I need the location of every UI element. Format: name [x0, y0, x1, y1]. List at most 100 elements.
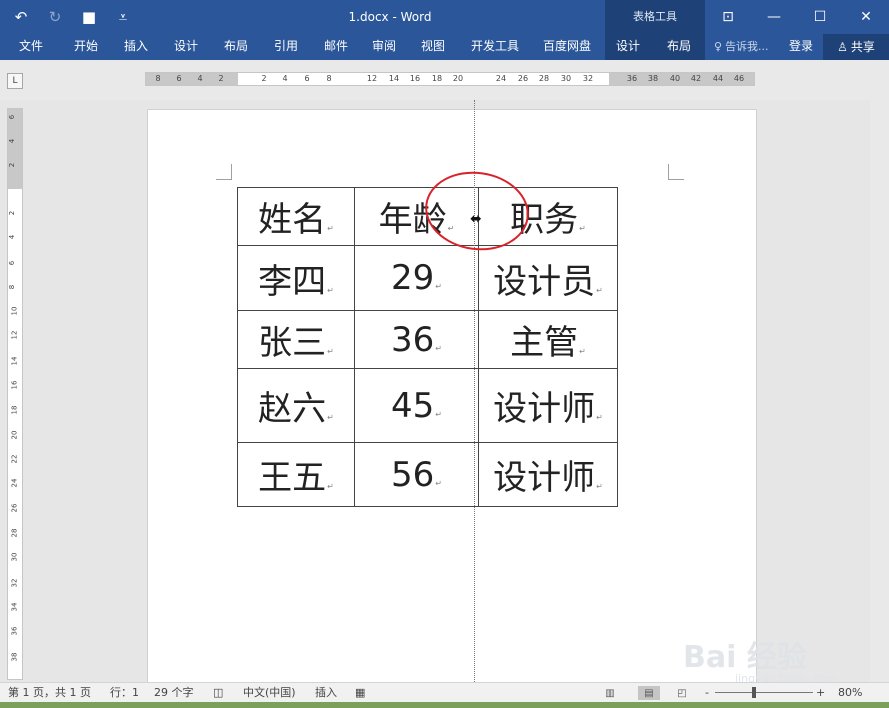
ruler-number: 32: [10, 578, 19, 588]
ruler-area: L 8 6 4 2 2 4 6 8 12 14 16 18 20 24 26 2…: [0, 60, 889, 100]
cell-mark: ↵: [327, 224, 334, 233]
ruler-number: 26: [517, 74, 529, 83]
ribbon-display-icon[interactable]: ⊡: [705, 0, 751, 34]
tab-mailings[interactable]: 邮件: [321, 34, 351, 60]
cell-text: 45: [391, 385, 435, 426]
cell-text: 王五: [258, 458, 327, 498]
title-bar: ↶ ↻ ■ ⩡ 1.docx - Word 表格工具 ⊡ — ☐ ✕: [0, 0, 889, 34]
tab-developer[interactable]: 开发工具: [468, 34, 522, 60]
table-cell[interactable]: 姓名↵: [237, 187, 355, 246]
tab-table-layout[interactable]: 布局: [664, 34, 694, 60]
ruler-number: 18: [431, 74, 443, 83]
vertical-ruler[interactable]: 6 4 2 2 4 6 8 10 12 14 16 18 20 22 24 26…: [7, 108, 23, 680]
zoom-slider-thumb[interactable]: [752, 687, 756, 698]
web-layout-icon[interactable]: ◰: [674, 686, 690, 700]
window-controls: ⊡ — ☐ ✕: [705, 0, 889, 34]
ruler-number: 2: [218, 74, 224, 83]
customize-qat-icon[interactable]: ⩡: [110, 4, 136, 30]
tab-home[interactable]: 开始: [71, 34, 101, 60]
watermark-text: Bai 经验: [683, 640, 807, 675]
data-table[interactable]: 姓名↵ 年龄↵ 职务↵ 李四↵ 29↵ 设计员↵ 张三↵ 36↵ 主管↵ 赵六↵…: [237, 187, 618, 507]
cell-text: 姓名: [258, 200, 327, 240]
ruler-number: 8: [326, 74, 332, 83]
table-cell[interactable]: 56↵: [354, 442, 479, 507]
table-cell[interactable]: 设计师↵: [478, 442, 618, 507]
table-cell[interactable]: 29↵: [354, 245, 479, 311]
close-button[interactable]: ✕: [843, 0, 889, 34]
cell-text: 设计师: [493, 389, 596, 429]
zoom-in-button[interactable]: +: [816, 683, 825, 703]
language-indicator[interactable]: 中文(中国): [243, 683, 296, 703]
page-count[interactable]: 第 1 页，共 1 页: [8, 683, 91, 703]
cell-mark: ↵: [327, 482, 334, 491]
ruler-number: 10: [10, 306, 19, 316]
ruler-number: 36: [10, 626, 19, 636]
ruler-number: 8: [155, 74, 161, 83]
tab-insert[interactable]: 插入: [121, 34, 151, 60]
tell-me-text: 告诉我...: [725, 40, 769, 53]
read-mode-icon[interactable]: ▥: [602, 686, 618, 700]
vruler-margin-top: [8, 109, 22, 189]
share-button[interactable]: ♙ 共享: [823, 34, 889, 60]
cell-text: 56: [391, 454, 435, 495]
ruler-number: 44: [712, 74, 724, 83]
save-icon[interactable]: ■: [76, 4, 102, 30]
table-row: 李四↵ 29↵ 设计员↵: [237, 245, 618, 311]
ruler-number: 14: [388, 74, 400, 83]
insert-mode[interactable]: 插入: [315, 683, 337, 703]
tab-baidu-netdisk[interactable]: 百度网盘: [540, 34, 594, 60]
table-cell[interactable]: 张三↵: [237, 310, 355, 369]
ruler-number: 2: [8, 210, 17, 216]
undo-icon[interactable]: ↶: [8, 4, 34, 30]
tab-design[interactable]: 设计: [171, 34, 201, 60]
ruler-number: 38: [647, 74, 659, 83]
ruler-number: 24: [495, 74, 507, 83]
tab-layout[interactable]: 布局: [221, 34, 251, 60]
cell-mark: ↵: [435, 343, 442, 353]
table-cell[interactable]: 李四↵: [237, 245, 355, 311]
tab-review[interactable]: 审阅: [369, 34, 399, 60]
tab-references[interactable]: 引用: [271, 34, 301, 60]
ruler-number: 4: [197, 74, 203, 83]
redo-icon[interactable]: ↻: [42, 4, 68, 30]
horizontal-ruler[interactable]: 8 6 4 2 2 4 6 8 12 14 16 18 20 24 26 28 …: [145, 72, 755, 86]
table-cell[interactable]: 设计员↵: [478, 245, 618, 311]
status-bar: 第 1 页，共 1 页 行：1 29 个字 ◫ 中文(中国) 插入 ▦ ▥ ▤ …: [0, 682, 889, 702]
zoom-out-button[interactable]: -: [705, 683, 709, 703]
cell-mark: ↵: [435, 478, 442, 488]
word-count[interactable]: 29 个字: [154, 683, 194, 703]
tab-view[interactable]: 视图: [418, 34, 448, 60]
table-cell[interactable]: 设计师↵: [478, 368, 618, 443]
print-layout-icon[interactable]: ▤: [638, 686, 660, 700]
ruler-number: 24: [10, 478, 19, 488]
zoom-level[interactable]: 80%: [838, 683, 862, 703]
cell-mark: ↵: [596, 413, 603, 422]
person-icon: ♙: [837, 40, 848, 54]
minimize-button[interactable]: —: [751, 0, 797, 34]
ruler-number: 46: [733, 74, 745, 83]
table-cell[interactable]: 王五↵: [237, 442, 355, 507]
proofing-icon[interactable]: ◫: [213, 683, 223, 703]
desktop-edge: [0, 702, 889, 708]
cell-text: 29: [391, 258, 435, 298]
ruler-number: 16: [10, 380, 19, 390]
tab-table-design[interactable]: 设计: [613, 34, 643, 60]
tell-me-box[interactable]: ♀ 告诉我...: [714, 34, 769, 60]
table-cell[interactable]: 36↵: [354, 310, 479, 369]
login-button[interactable]: 登录: [786, 34, 816, 60]
vertical-scrollbar[interactable]: [870, 100, 889, 682]
zoom-slider[interactable]: [715, 692, 813, 693]
document-title: 1.docx - Word: [348, 10, 432, 24]
macro-icon[interactable]: ▦: [355, 683, 365, 703]
tab-file[interactable]: 文件: [16, 34, 46, 60]
tab-selector[interactable]: L: [7, 73, 23, 89]
ribbon-tabs: 文件 开始 插入 设计 布局 引用 邮件 审阅 视图 开发工具 百度网盘 设计 …: [0, 34, 889, 60]
lightbulb-icon: ♀: [714, 40, 723, 53]
table-cell[interactable]: 45↵: [354, 368, 479, 443]
table-cell[interactable]: 主管↵: [478, 310, 618, 369]
maximize-button[interactable]: ☐: [797, 0, 843, 34]
line-indicator[interactable]: 行：1: [110, 683, 139, 703]
table-cell[interactable]: 赵六↵: [237, 368, 355, 443]
cell-text: 赵六: [258, 389, 327, 429]
cell-text: 36: [391, 319, 435, 360]
